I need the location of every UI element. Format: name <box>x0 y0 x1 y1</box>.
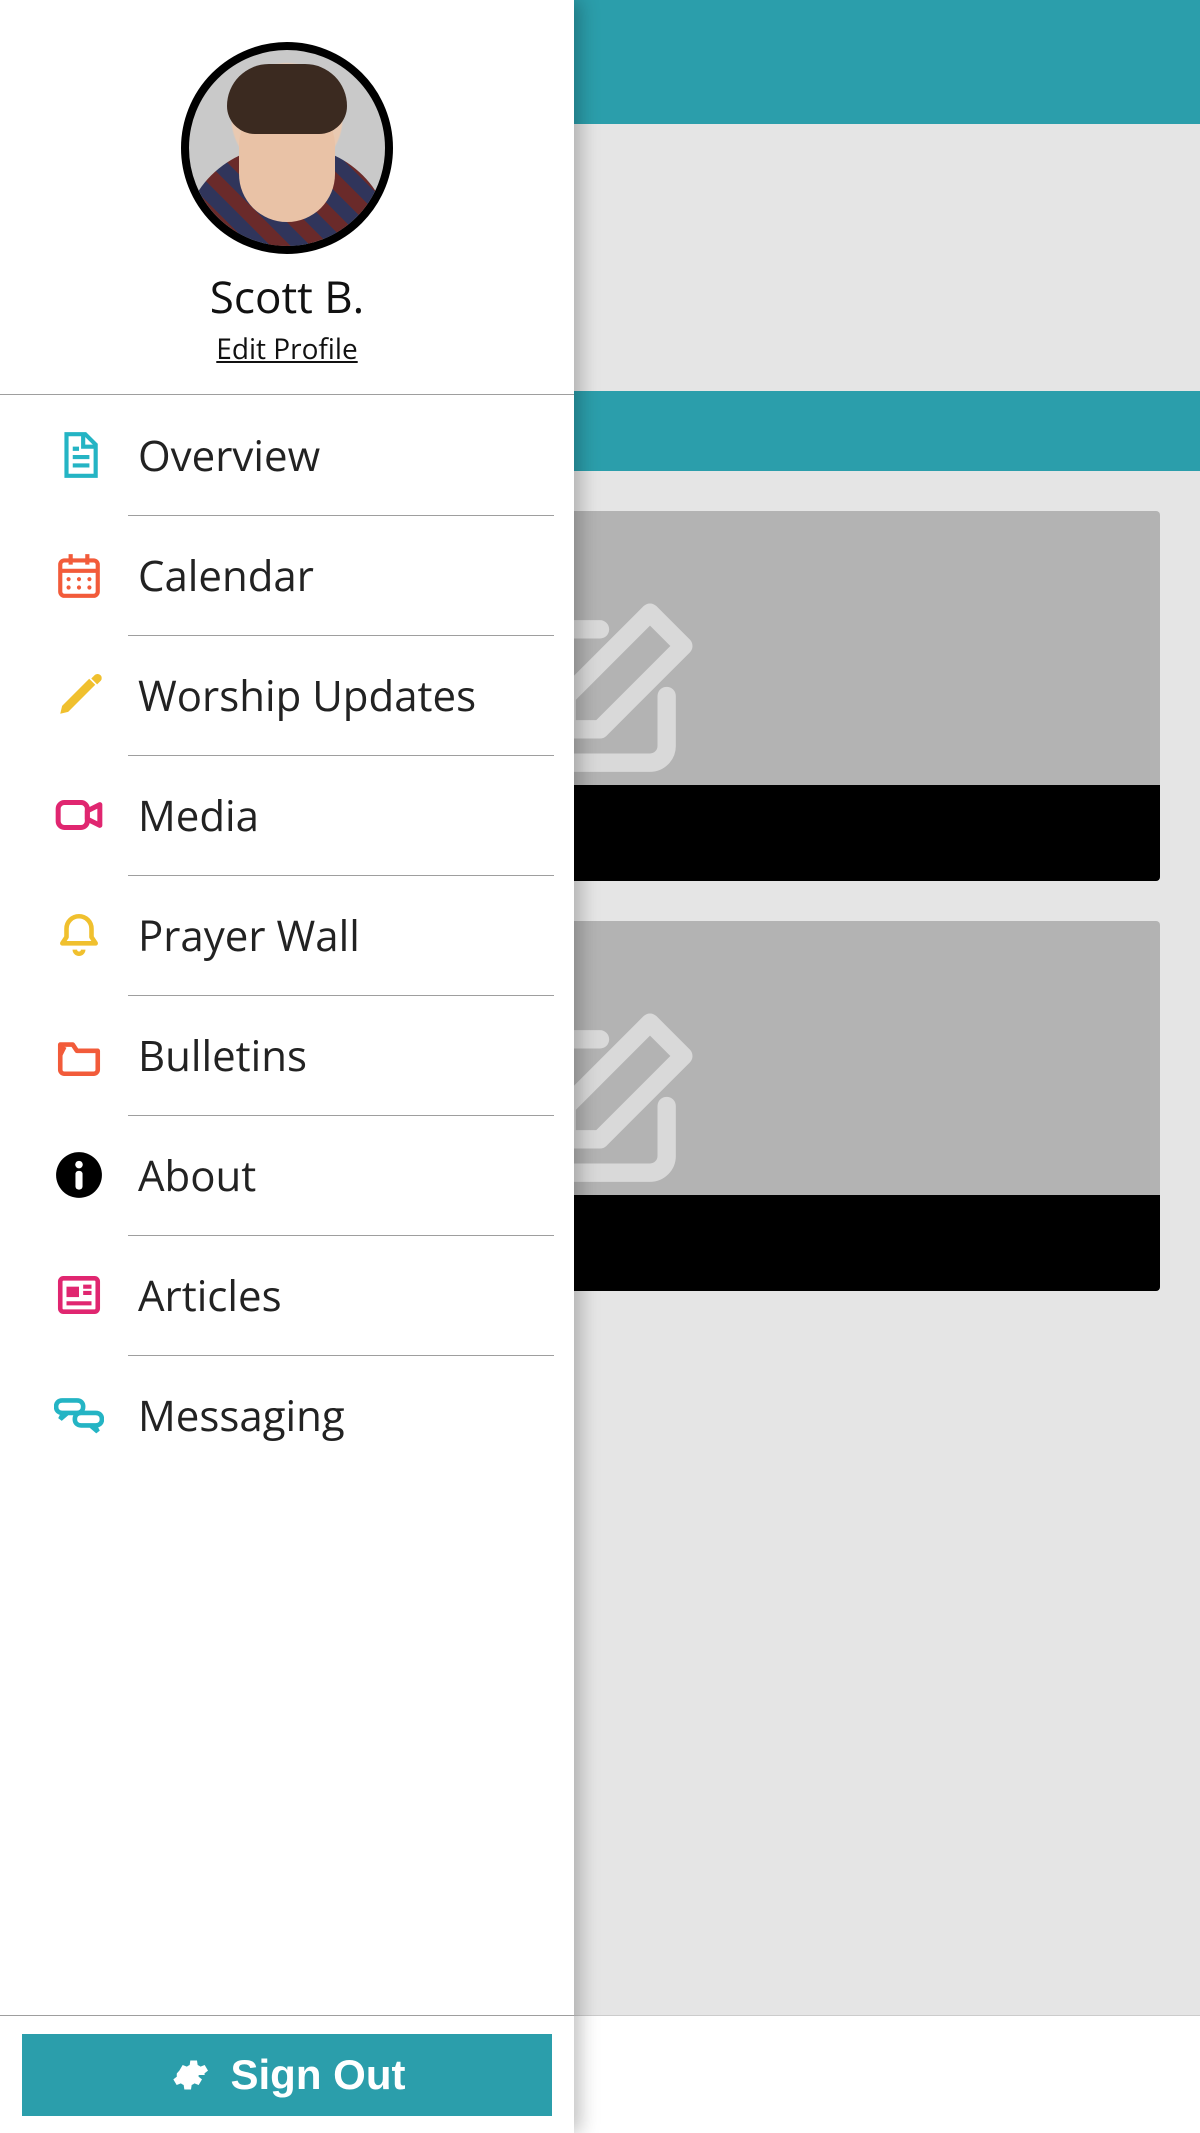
document-icon <box>54 430 104 480</box>
profile-name: Scott B. <box>210 266 364 326</box>
news-icon <box>54 1270 104 1320</box>
sidebar-item-messaging[interactable]: Messaging <box>0 1355 574 1475</box>
sidebar-item-articles[interactable]: Articles <box>0 1235 574 1355</box>
sidebar-item-prayer-wall[interactable]: Prayer Wall <box>0 875 574 995</box>
side-drawer: Scott B. Edit Profile Overview Calendar Wo… <box>0 0 574 2133</box>
sidebar-item-label: Prayer Wall <box>138 907 360 964</box>
pencil-icon <box>54 670 104 720</box>
sidebar-item-worship-updates[interactable]: Worship Updates <box>0 635 574 755</box>
sidebar-item-label: Messaging <box>138 1387 345 1444</box>
sidebar-item-label: Media <box>138 787 259 844</box>
sidebar-item-about[interactable]: About <box>0 1115 574 1235</box>
sidebar-item-bulletins[interactable]: Bulletins <box>0 995 574 1115</box>
folder-icon <box>54 1030 104 1080</box>
sign-out-button[interactable]: Sign Out <box>22 2034 552 2116</box>
video-icon <box>54 790 104 840</box>
sidebar-item-media[interactable]: Media <box>0 755 574 875</box>
sidebar-item-label: Bulletins <box>138 1027 307 1084</box>
sidebar-item-label: About <box>138 1147 256 1204</box>
gear-icon <box>169 2055 209 2095</box>
chat-icon <box>54 1390 104 1440</box>
edit-profile-link[interactable]: Edit Profile <box>216 330 357 368</box>
calendar-icon <box>54 550 104 600</box>
drawer-menu: Overview Calendar Worship Updates Media Pray… <box>0 395 574 2015</box>
sidebar-item-overview[interactable]: Overview <box>0 395 574 515</box>
sidebar-item-label: Calendar <box>138 547 314 604</box>
profile-section: Scott B. Edit Profile <box>0 0 574 395</box>
sign-out-label: Sign Out <box>231 2051 406 2099</box>
sidebar-item-label: Articles <box>138 1267 282 1324</box>
info-icon <box>54 1150 104 1200</box>
sidebar-item-label: Worship Updates <box>138 667 476 724</box>
sidebar-item-calendar[interactable]: Calendar <box>0 515 574 635</box>
drawer-footer: Sign Out <box>0 2015 574 2133</box>
bell-icon <box>54 910 104 960</box>
sidebar-item-label: Overview <box>138 427 320 484</box>
avatar[interactable] <box>181 42 393 254</box>
